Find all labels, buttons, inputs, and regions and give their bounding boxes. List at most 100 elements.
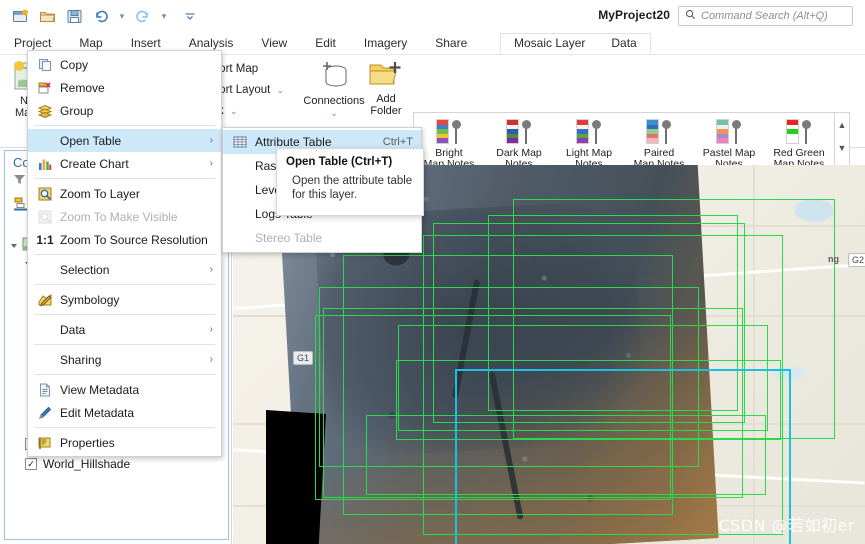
pin-icon	[591, 119, 603, 144]
menu-item-label: Open Table	[60, 133, 122, 148]
redo-icon[interactable]	[131, 4, 155, 28]
connections-caret[interactable]: ⌄	[330, 108, 338, 118]
search-icon	[685, 9, 696, 23]
add-folder-label-1: Add	[376, 93, 396, 105]
menu-item-label: Properties	[60, 435, 115, 450]
tab-share[interactable]: Share	[421, 32, 481, 54]
edit-metadata-icon	[34, 406, 56, 420]
arcgis-pro-window: ▾ ▾ MyProject20 Command Search (Alt+Q) P…	[0, 0, 865, 544]
menu-item-create-chart[interactable]: Create Chart ›	[28, 152, 221, 175]
import-layout-caret[interactable]: ⌄	[274, 85, 286, 96]
layer-checkbox[interactable]: ✓	[25, 458, 37, 470]
undo-icon[interactable]	[89, 4, 113, 28]
add-folder-label-2: Folder	[370, 105, 402, 117]
paired-map-notes-icon	[645, 118, 673, 144]
map-label-g2: G2	[848, 253, 865, 267]
gallery-scroll-up-icon[interactable]: ▲	[838, 115, 847, 135]
menu-item-symbology[interactable]: Symbology	[28, 288, 221, 311]
menu-item-label: Copy	[60, 57, 89, 72]
menu-separator	[34, 344, 215, 345]
menu-item-label: View Metadata	[60, 382, 140, 397]
menu-item-properties[interactable]: Properties	[28, 431, 221, 454]
zoom-visible-icon	[34, 210, 56, 224]
open-table-tooltip: Open Table (Ctrl+T) Open the attribute t…	[276, 148, 424, 216]
filter-icon[interactable]	[13, 173, 26, 189]
submenu-item-shortcut: Ctrl+T	[382, 136, 413, 148]
menu-item-label: Sharing	[60, 352, 102, 367]
chart-icon	[34, 157, 56, 171]
chevron-right-icon: ›	[209, 264, 213, 275]
project-name: MyProject20	[598, 8, 670, 22]
menu-separator	[34, 125, 215, 126]
tab-edit[interactable]: Edit	[301, 32, 350, 54]
one-to-one-icon: 1:1	[36, 232, 54, 247]
tab-data[interactable]: Data	[598, 34, 649, 53]
menu-separator	[34, 254, 215, 255]
menu-separator	[34, 178, 215, 179]
menu-item-label: Selection	[60, 262, 110, 277]
chevron-down-icon[interactable]	[11, 243, 17, 248]
import-task-caret[interactable]: ⌄	[228, 106, 240, 117]
search-placeholder: Command Search (Alt+Q)	[701, 10, 828, 22]
map-label-g1: G1	[293, 351, 314, 365]
menu-item-zoom-to-make-visible: Zoom To Make Visible	[28, 205, 221, 228]
tab-imagery[interactable]: Imagery	[350, 32, 421, 54]
menu-item-group[interactable]: Group	[28, 99, 221, 122]
menu-item-selection[interactable]: Selection ›	[28, 258, 221, 281]
redo-dropdown-caret[interactable]: ▾	[158, 11, 170, 22]
pin-icon	[451, 119, 463, 144]
menu-item-label: Remove	[60, 80, 105, 95]
menu-item-view-metadata[interactable]: View Metadata	[28, 378, 221, 401]
connections-icon	[323, 62, 347, 87]
pin-icon	[801, 119, 813, 144]
red-green-map-notes-icon	[785, 118, 813, 144]
command-search[interactable]: Command Search (Alt+Q)	[678, 6, 853, 26]
group-icon	[34, 104, 56, 118]
menu-item-zoom-to-layer[interactable]: Zoom To Layer	[28, 182, 221, 205]
menu-item-open-table[interactable]: Open Table ›	[28, 129, 221, 152]
open-project-icon[interactable]	[35, 4, 59, 28]
menu-item-label: Zoom To Source Resolution	[60, 232, 208, 247]
menu-item-label: Group	[60, 103, 94, 118]
new-project-icon[interactable]	[8, 4, 32, 28]
remove-icon	[34, 81, 56, 95]
submenu-item-label: Stereo Table	[255, 231, 323, 245]
copy-icon	[34, 58, 56, 72]
pin-icon	[661, 119, 673, 144]
contextual-tabs: Mosaic Layer Data	[500, 33, 651, 53]
chevron-right-icon: ›	[209, 324, 213, 335]
menu-separator	[34, 427, 215, 428]
menu-item-sharing[interactable]: Sharing ›	[28, 348, 221, 371]
pin-icon	[731, 119, 743, 144]
gallery-scroll-down-icon[interactable]: ▼	[838, 138, 847, 158]
menu-separator	[34, 374, 215, 375]
menu-item-copy[interactable]: Copy	[28, 53, 221, 76]
menu-item-edit-metadata[interactable]: Edit Metadata	[28, 401, 221, 424]
customize-quick-access-icon[interactable]	[178, 4, 202, 28]
list-by-drawing-order-icon[interactable]	[13, 196, 28, 214]
view-metadata-icon	[34, 383, 56, 397]
submenu-item-stereo-table: Stereo Table	[223, 226, 421, 250]
tab-mosaic-layer[interactable]: Mosaic Layer	[501, 34, 598, 53]
layer-context-menu: Copy Remove Group Open Table › Create Ch…	[27, 50, 222, 457]
menu-item-label: Data	[60, 322, 86, 337]
menu-separator	[34, 314, 215, 315]
layer-row-world-hillshade[interactable]: ✓ World_Hillshade	[5, 454, 228, 474]
menu-item-zoom-to-source-resolution[interactable]: 1:1 Zoom To Source Resolution	[28, 228, 221, 251]
menu-item-label: Edit Metadata	[60, 405, 135, 420]
save-project-icon[interactable]	[62, 4, 86, 28]
dark-map-notes-icon	[505, 118, 533, 144]
chevron-right-icon: ›	[209, 135, 213, 146]
undo-dropdown-caret[interactable]: ▾	[116, 11, 128, 22]
tab-view[interactable]: View	[247, 32, 301, 54]
menu-item-label: Create Chart	[60, 156, 129, 171]
menu-separator	[34, 284, 215, 285]
pin-icon	[521, 119, 533, 144]
pastel-map-notes-icon	[715, 118, 743, 144]
submenu-item-label: Attribute Table	[255, 135, 332, 149]
light-map-notes-icon	[575, 118, 603, 144]
tooltip-body: Open the attribute table for this layer.	[292, 175, 413, 201]
map-label-city: ng	[828, 254, 839, 264]
menu-item-data[interactable]: Data ›	[28, 318, 221, 341]
menu-item-remove[interactable]: Remove	[28, 76, 221, 99]
